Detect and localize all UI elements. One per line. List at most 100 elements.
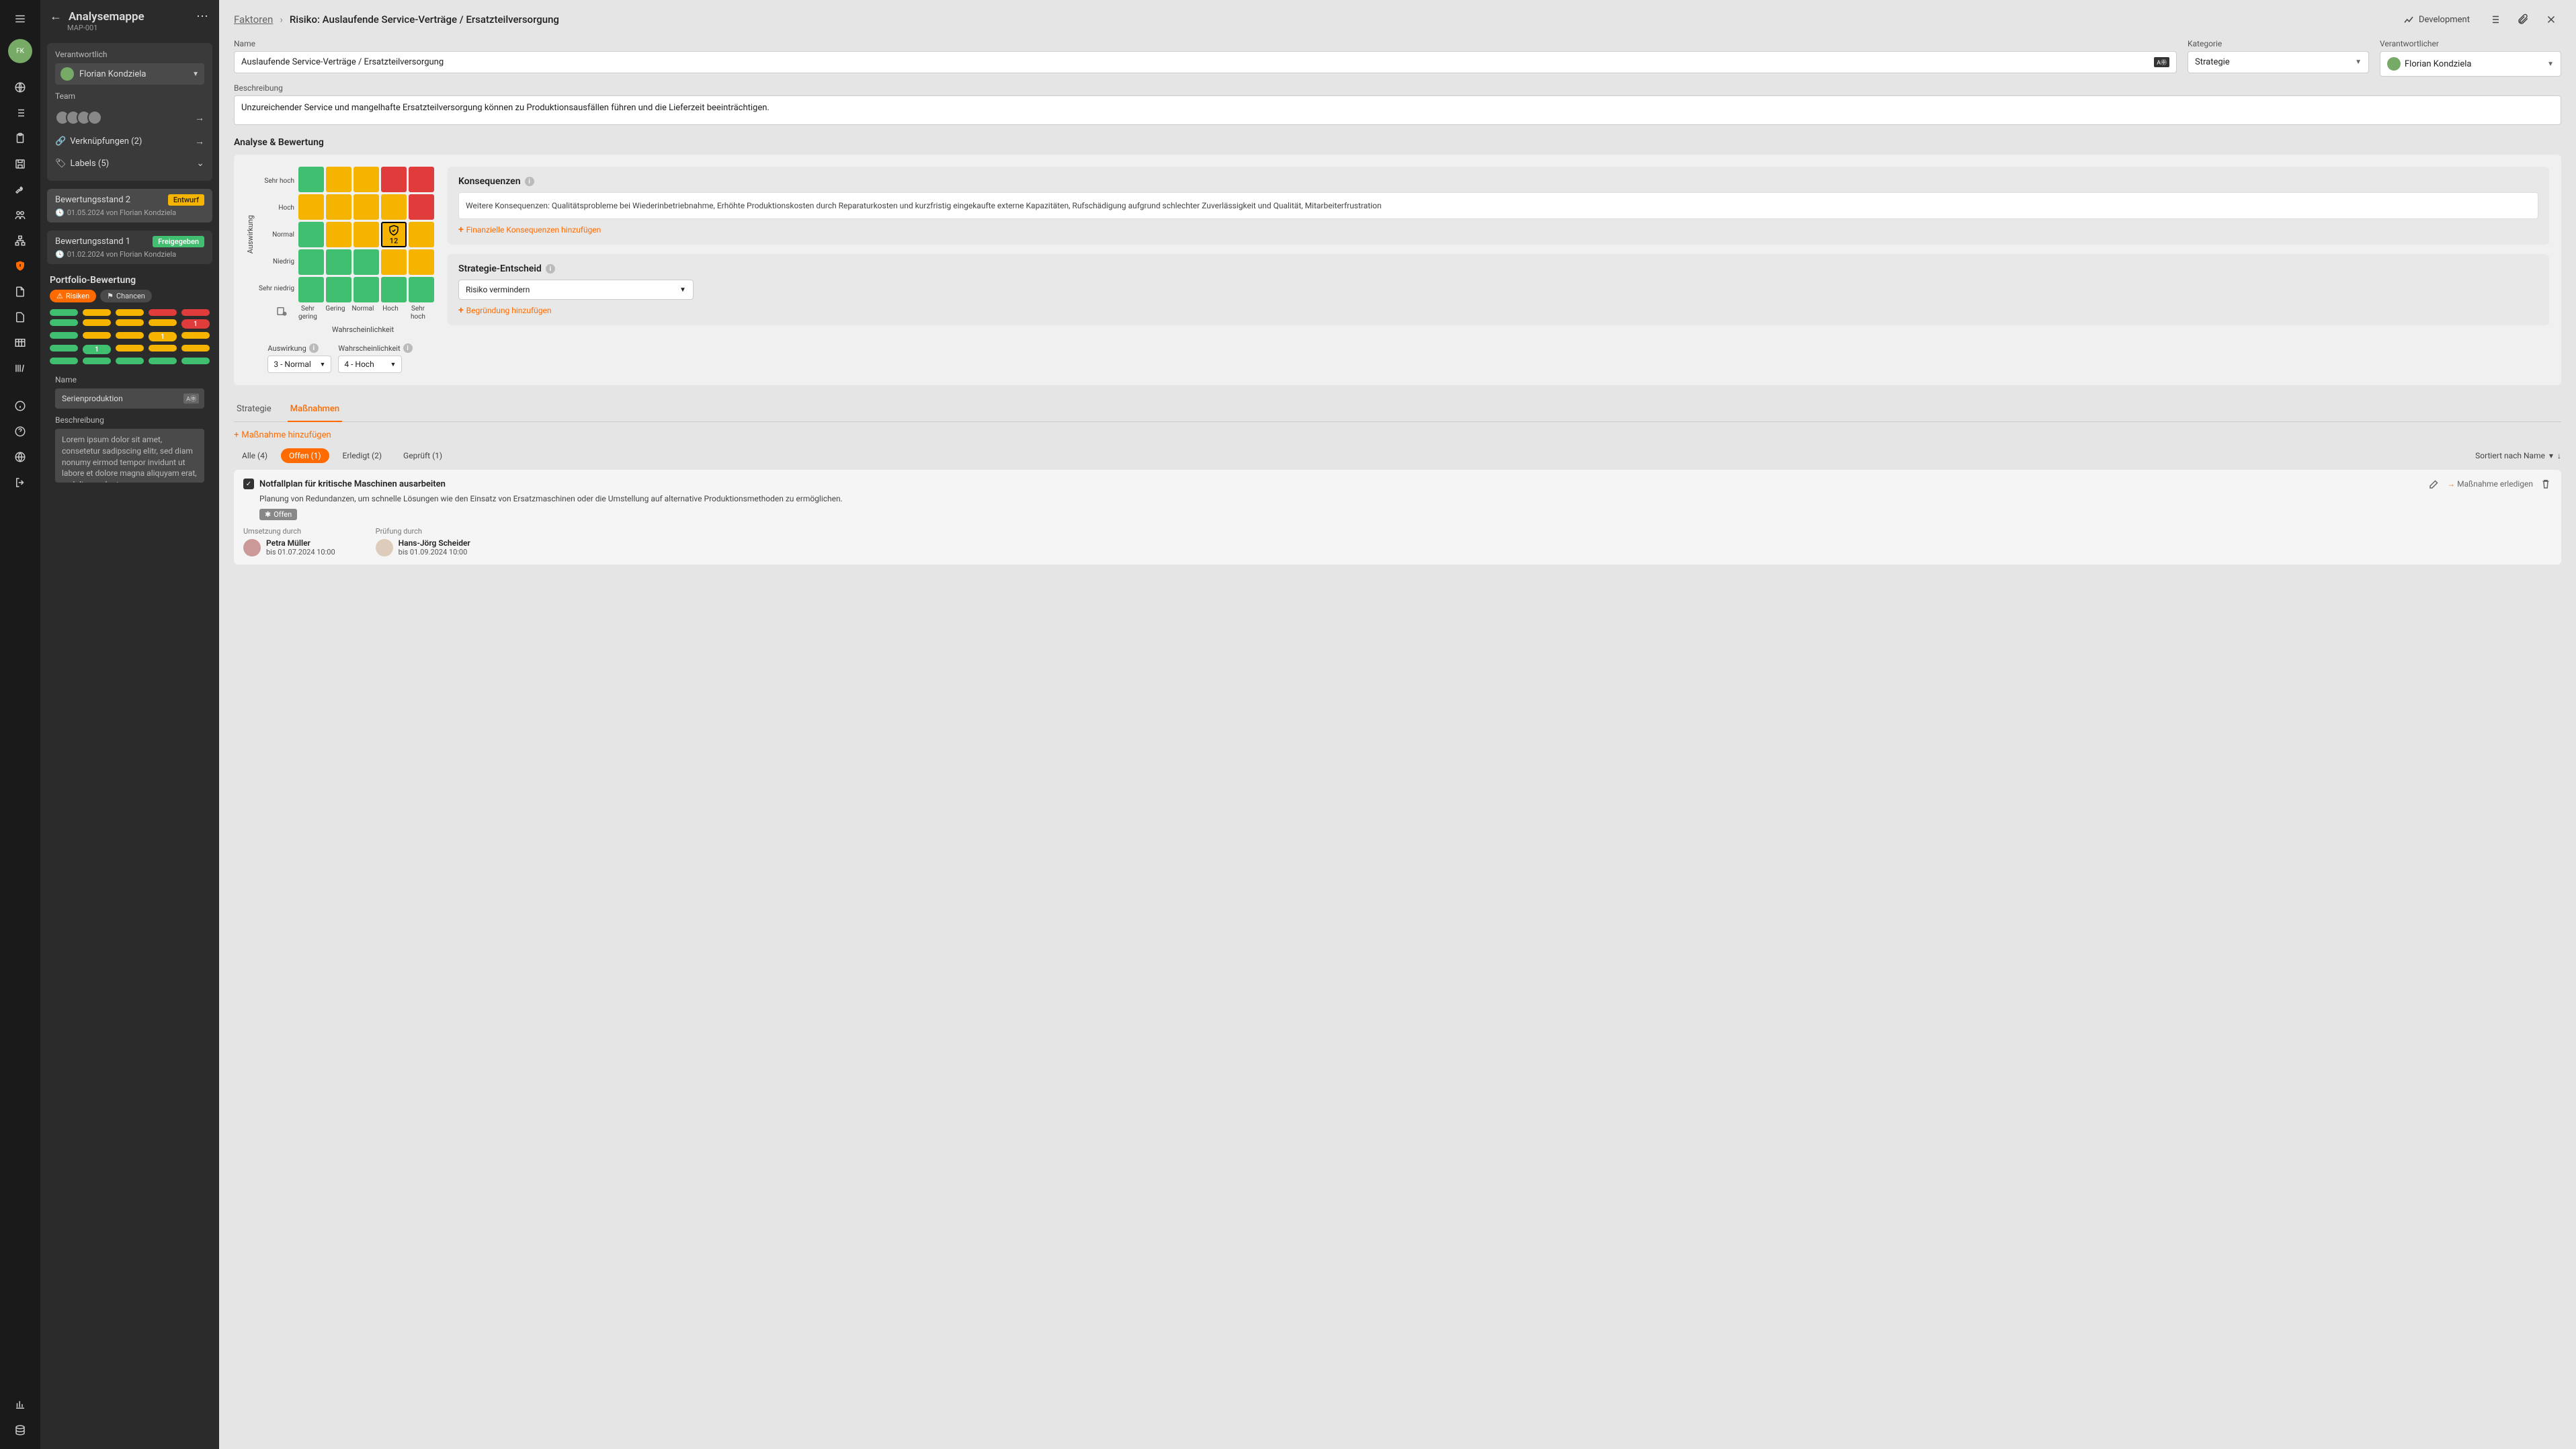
review-title: Bewertungsstand 1 — [55, 237, 130, 247]
info-icon[interactable] — [9, 395, 31, 417]
name-input[interactable]: Auslaufende Service-Verträge / Ersatztei… — [234, 51, 2177, 73]
responsible-select[interactable]: Florian Kondziela ▼ — [55, 63, 204, 85]
attachment-icon[interactable] — [2513, 9, 2533, 30]
category-select[interactable]: Strategie ▼ — [2188, 51, 2369, 73]
tag-icon: 🏷 — [55, 159, 67, 169]
back-icon[interactable]: ← — [50, 9, 62, 24]
consequences-textarea[interactable]: Weitere Konsequenzen: Qualitätsprobleme … — [458, 192, 2538, 219]
database-icon[interactable] — [9, 1419, 31, 1441]
measure-item: ✓ Notfallplan für kritische Maschinen au… — [234, 470, 2561, 565]
probability-select[interactable]: 4 - Hoch▼ — [338, 356, 402, 373]
logout-icon[interactable] — [9, 472, 31, 493]
org-icon[interactable] — [9, 230, 31, 251]
file-icon[interactable] — [9, 281, 31, 302]
pill-risks[interactable]: ⚠Risiken — [50, 290, 96, 302]
close-icon[interactable] — [2541, 9, 2561, 30]
avatar — [243, 539, 261, 556]
name-label: Name — [234, 39, 2177, 48]
wrench-icon[interactable] — [9, 179, 31, 200]
matrix-selected-cell[interactable]: 12 — [381, 222, 407, 247]
portfolio-title: Portfolio-Bewertung — [40, 268, 219, 290]
chip-open[interactable]: Offen (1) — [281, 448, 329, 463]
list-icon[interactable] — [9, 102, 31, 124]
implementation-label: Umsetzung durch — [243, 527, 335, 536]
link-icon: 🔗 — [55, 136, 66, 147]
avatar — [60, 67, 74, 81]
info-icon[interactable]: i — [309, 343, 319, 353]
library-icon[interactable] — [9, 358, 31, 379]
help-icon[interactable] — [9, 421, 31, 442]
save-icon[interactable] — [9, 153, 31, 175]
plus-icon: + — [458, 305, 464, 316]
links-row[interactable]: 🔗 Verknüpfungen (2) → — [55, 130, 204, 153]
review-item-1[interactable]: Bewertungsstand 1 Freigegeben 🕓01.02.202… — [47, 231, 212, 264]
topbar: Faktoren › Risiko: Auslaufende Service-V… — [234, 9, 2561, 30]
responsible-value: Florian Kondziela — [79, 69, 146, 79]
check-label: Prüfung durch — [376, 527, 470, 536]
review-item-2[interactable]: Bewertungsstand 2 Entwurf 🕓01.05.2024 vo… — [47, 189, 212, 222]
clipboard-icon[interactable] — [9, 128, 31, 149]
file2-icon[interactable] — [9, 306, 31, 328]
tab-strategy[interactable]: Strategie — [234, 399, 274, 421]
team-row[interactable]: → — [55, 105, 204, 130]
chevron-down-icon: ▼ — [192, 71, 199, 78]
probability-label: Wahrscheinlichkeit — [338, 344, 400, 353]
chip-checked[interactable]: Geprüft (1) — [395, 448, 450, 463]
tab-measures[interactable]: Maßnahmen — [288, 399, 342, 422]
add-reason-button[interactable]: +Begründung hinzufügen — [458, 305, 2538, 316]
shield-icon[interactable] — [9, 255, 31, 277]
matrix-config-icon[interactable] — [276, 305, 288, 320]
asterisk-icon: ✱ — [265, 510, 271, 519]
chip-done[interactable]: Erledigt (2) — [335, 448, 390, 463]
review-meta: 01.02.2024 von Florian Kondziela — [67, 250, 176, 259]
check-icon[interactable]: ✓ — [243, 479, 254, 489]
add-financial-button[interactable]: +Finanzielle Konsequenzen hinzufügen — [458, 224, 2538, 235]
filter-row: Alle (4) Offen (1) Erledigt (2) Geprüft … — [234, 448, 2561, 463]
status-badge: Freigegeben — [153, 236, 204, 247]
table-icon[interactable] — [9, 332, 31, 354]
info-icon[interactable]: i — [525, 177, 534, 186]
name-input[interactable] — [55, 388, 204, 409]
labels-row[interactable]: 🏷 Labels (5) ⌄ — [55, 153, 204, 174]
name-label: Name — [55, 375, 204, 384]
impact-select[interactable]: 3 - Normal▼ — [267, 356, 331, 373]
strategy-block: Strategie-Entscheidi Risiko vermindern▼ … — [448, 254, 2549, 325]
menu-icon[interactable] — [9, 8, 31, 30]
globe-icon[interactable] — [9, 77, 31, 98]
responsible-label: Verantwortlich — [55, 50, 204, 59]
trend-icon — [2403, 13, 2415, 26]
user-avatar[interactable]: FK — [8, 39, 32, 63]
breadcrumb-root[interactable]: Faktoren — [234, 13, 273, 26]
desc-textarea[interactable] — [55, 429, 204, 483]
delete-icon[interactable] — [2540, 478, 2552, 490]
add-measure-button[interactable]: +Maßnahme hinzufügen — [234, 430, 2561, 440]
strategy-select[interactable]: Risiko vermindern▼ — [458, 280, 694, 300]
consequences-block: Konsequenzen i Weitere Konsequenzen: Qual… — [448, 167, 2549, 245]
bar-count: 1 — [149, 332, 177, 341]
matrix-grid[interactable]: 12 — [298, 167, 434, 302]
info-icon[interactable]: i — [546, 264, 555, 274]
info-icon[interactable]: i — [403, 343, 413, 353]
clock-icon: 🕓 — [55, 250, 65, 259]
person-name: Hans-Jörg Scheider — [399, 538, 470, 548]
avatar — [376, 539, 393, 556]
review-title: Bewertungsstand 2 — [55, 195, 130, 205]
chart-icon[interactable] — [9, 1394, 31, 1415]
consequences-title: Konsequenzen — [458, 176, 521, 187]
language-icon[interactable] — [9, 446, 31, 468]
pill-chances[interactable]: ⚑Chancen — [100, 290, 152, 302]
list-icon[interactable] — [2485, 9, 2505, 30]
portfolio-bars: 1 1 1 — [40, 309, 219, 364]
due-date: bis 01.09.2024 10:00 — [399, 548, 470, 556]
complete-measure-button[interactable]: →Maßnahme erledigen — [2447, 479, 2533, 489]
more-icon[interactable]: ⋯ — [196, 9, 210, 24]
sort-control[interactable]: Sortiert nach Name ▾ ↓ — [2475, 451, 2561, 460]
desc-textarea[interactable]: Unzureichender Service und mangelhafte E… — [234, 95, 2561, 125]
development-button[interactable]: Development — [2396, 9, 2477, 30]
people-icon[interactable] — [9, 204, 31, 226]
owner-select[interactable]: Florian Kondziela ▼ — [2380, 51, 2561, 77]
chip-all[interactable]: Alle (4) — [234, 448, 276, 463]
chevron-down-icon: ▼ — [319, 361, 325, 368]
x-axis-label: Wahrscheinlichkeit — [295, 325, 431, 334]
edit-icon[interactable] — [2428, 478, 2440, 490]
